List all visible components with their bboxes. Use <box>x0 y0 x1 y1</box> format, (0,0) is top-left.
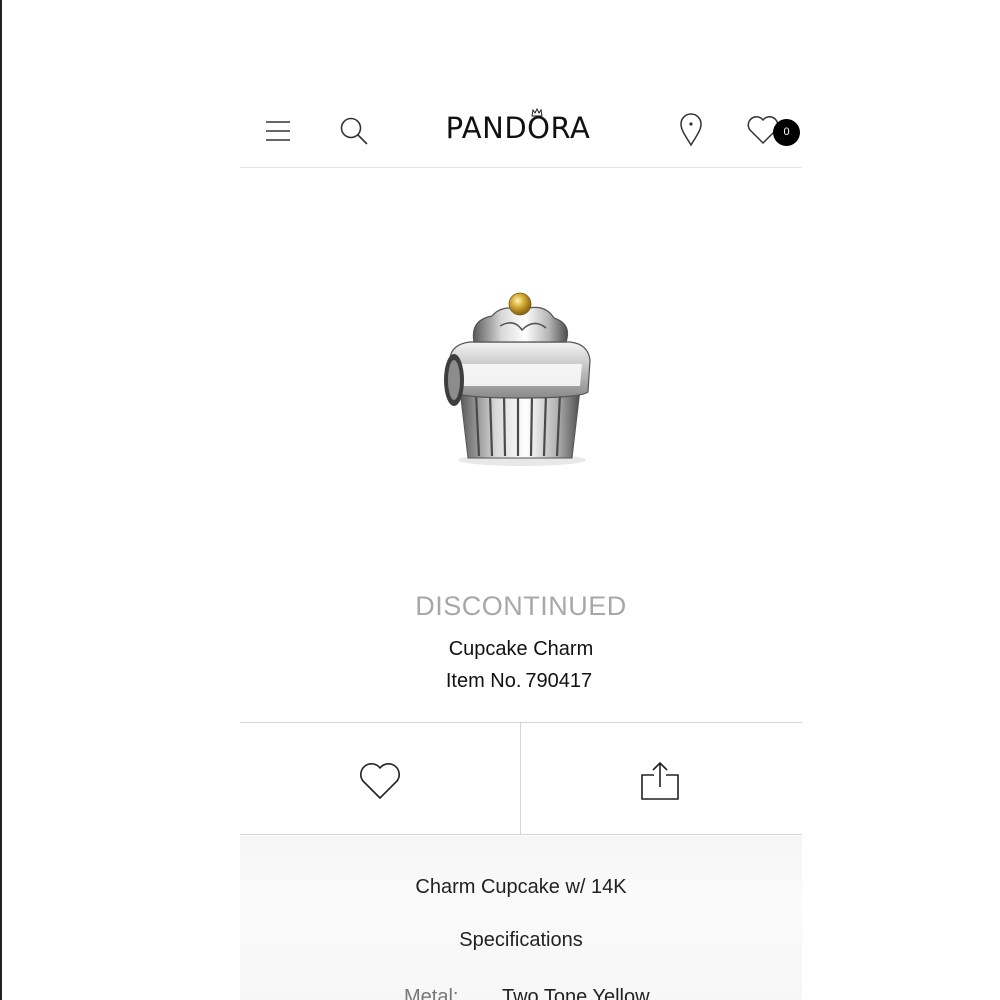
site-header: PANDORA 0 <box>240 96 802 168</box>
spec-label: Metal: <box>404 986 459 1000</box>
specifications-heading: Specifications <box>459 929 583 951</box>
add-to-wishlist-button[interactable] <box>350 753 410 809</box>
store-locator-button[interactable] <box>674 110 708 150</box>
brand-logo[interactable]: PANDORA <box>437 108 599 148</box>
hamburger-menu-icon <box>266 121 290 141</box>
menu-button[interactable] <box>260 113 296 149</box>
spec-row-metal: Metal: Two Tone Yellow <box>240 984 802 1000</box>
crown-icon <box>531 108 543 117</box>
wishlist-button[interactable]: 0 <box>744 110 800 150</box>
product-name: Cupcake Charm <box>448 638 594 660</box>
product-page: PANDORA 0 DISCONTINUED Cupcake Charm Ite… <box>240 0 802 1000</box>
item-number-label: Item No. <box>445 670 522 692</box>
heart-icon <box>360 763 400 799</box>
share-icon <box>641 761 679 800</box>
actions-divider <box>520 723 521 835</box>
item-number: Item No. 790417 <box>240 668 802 694</box>
wishlist-count-badge: 0 <box>773 119 800 146</box>
spec-value: Two Tone Yellow <box>502 986 650 1000</box>
share-button[interactable] <box>630 753 690 809</box>
product-image <box>430 280 610 480</box>
product-actions <box>240 722 802 835</box>
cupcake-charm-image <box>444 292 591 466</box>
product-description-title: Charm Cupcake w/ 14K <box>415 876 627 898</box>
item-number-value: 790417 <box>525 670 593 692</box>
search-icon <box>340 117 368 145</box>
product-description-panel: Charm Cupcake w/ 14K Specifications Meta… <box>240 836 802 1000</box>
search-button[interactable] <box>334 111 374 151</box>
left-edge-divider <box>0 0 2 1000</box>
brand-name: PANDORA <box>445 111 591 145</box>
map-pin-icon <box>680 113 702 147</box>
product-status: DISCONTINUED <box>415 591 627 621</box>
